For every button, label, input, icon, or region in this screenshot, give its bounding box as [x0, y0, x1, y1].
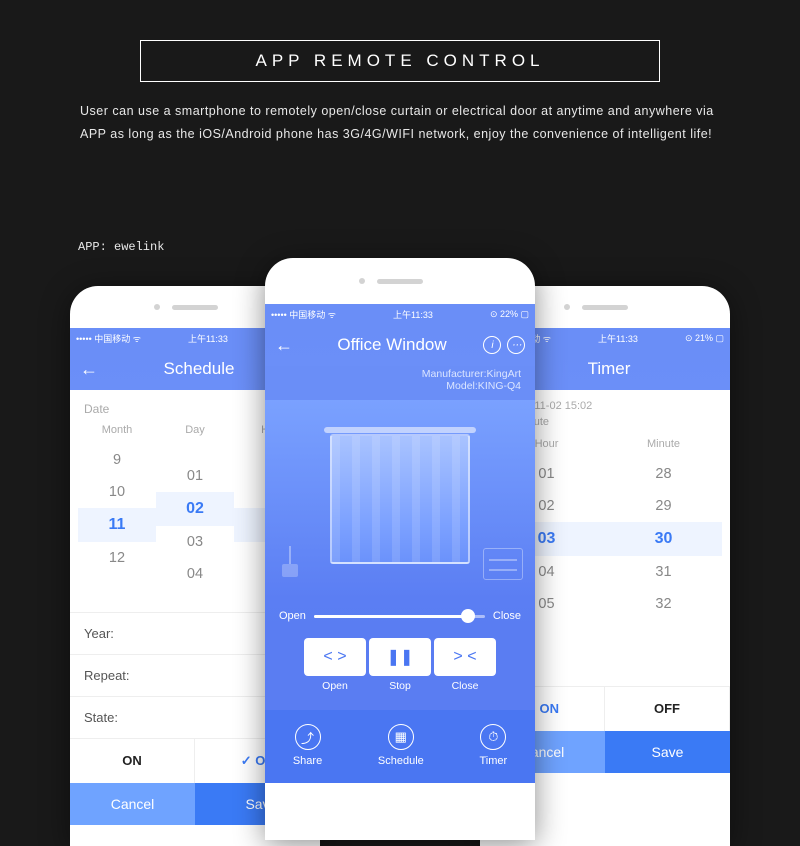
page-title-box: APP REMOTE CONTROL [140, 40, 660, 82]
appbar-device: ← Office Window i ⋯ [265, 324, 535, 366]
phones-row: ••••• 中国移动 ᯤ 上午11:33 ⊙ 21% ▢ ← Schedule … [0, 258, 800, 840]
dresser-icon [483, 548, 523, 580]
curtain-graphic [330, 434, 470, 564]
control-buttons: < > ❚❚ > < [265, 632, 535, 680]
timer-action[interactable]: ⏱ Timer [479, 724, 507, 767]
state-off[interactable]: OFF [605, 687, 730, 731]
control-button-labels: Open Stop Close [265, 680, 535, 710]
status-bar: ••••• 中国移动 ᯤ 上午11:33 ⊙ 22% ▢ [265, 304, 535, 324]
slider-close-label: Close [493, 610, 521, 622]
device-info: Manufacturer:KingArt Model:KING-Q4 [265, 366, 535, 400]
tab-date[interactable]: Date [84, 402, 280, 416]
share-action[interactable]: ⤴ Share [293, 724, 322, 767]
bottom-actions: ⤴ Share ▦ Schedule ⏱ Timer [265, 710, 535, 783]
state-on[interactable]: ON [70, 739, 195, 783]
back-icon[interactable]: ← [80, 359, 98, 380]
slider-open-label: Open [279, 610, 306, 622]
plant-icon [279, 546, 301, 580]
cancel-button[interactable]: Cancel [70, 783, 195, 825]
timer-icon: ⏱ [480, 724, 506, 750]
save-button[interactable]: Save [605, 731, 730, 773]
info-icon[interactable]: i [483, 336, 501, 354]
appbar-title: Timer [516, 359, 702, 379]
phone-bezel [265, 258, 535, 304]
app-name-label: APP: ewelink [78, 240, 164, 254]
page-title: APP REMOTE CONTROL [256, 51, 545, 70]
slider-thumb[interactable] [461, 609, 475, 623]
device-title: Office Window [301, 335, 483, 355]
calendar-icon: ▦ [388, 724, 414, 750]
slider-track[interactable] [314, 615, 485, 618]
back-icon[interactable]: ← [275, 335, 293, 356]
phone-device: ••••• 中国移动 ᯤ 上午11:33 ⊙ 22% ▢ ← Office Wi… [265, 258, 535, 840]
share-icon: ⤴ [295, 724, 321, 750]
more-icon[interactable]: ⋯ [507, 336, 525, 354]
stop-button[interactable]: ❚❚ [369, 638, 431, 676]
open-button[interactable]: < > [304, 638, 366, 676]
curtain-illustration [265, 400, 535, 598]
page-description: User can use a smartphone to remotely op… [80, 100, 720, 146]
open-close-slider[interactable]: Open Close [265, 598, 535, 632]
close-button[interactable]: > < [434, 638, 496, 676]
schedule-action[interactable]: ▦ Schedule [378, 724, 424, 767]
